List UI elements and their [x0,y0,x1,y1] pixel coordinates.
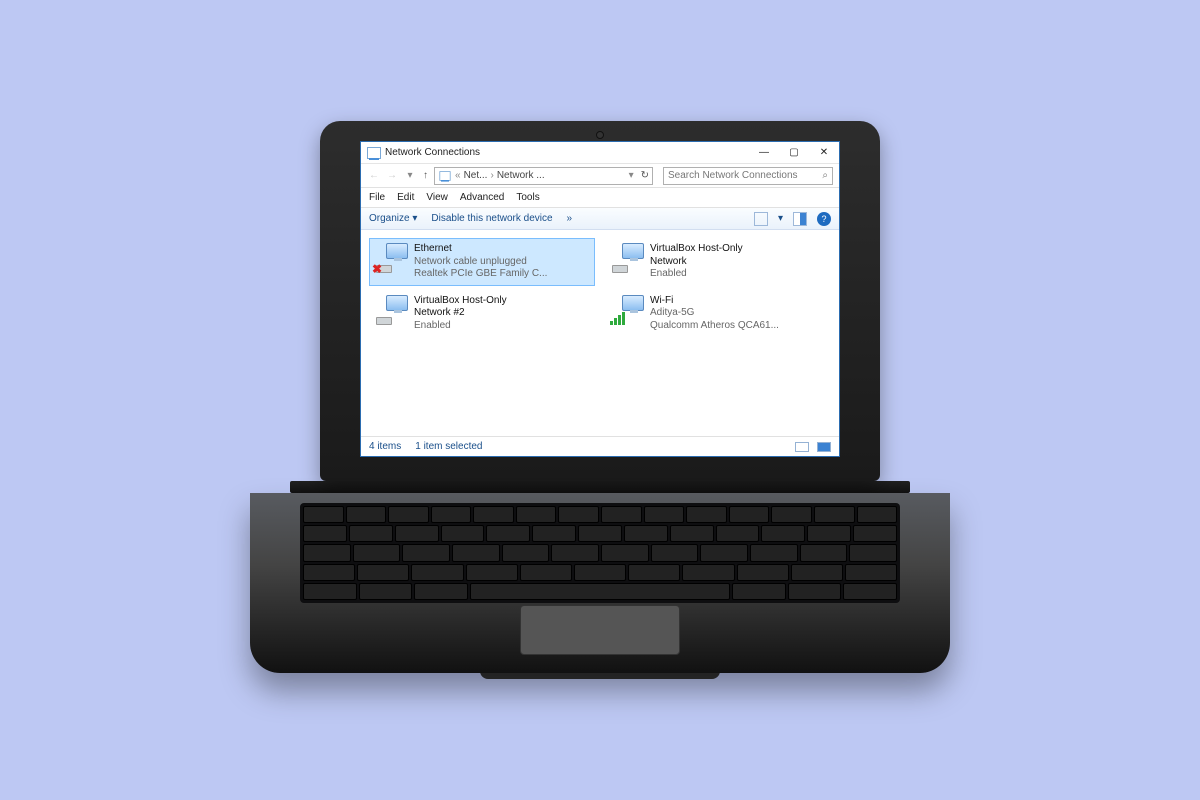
ethernet-icon: ✖ [374,243,408,273]
view-options-icon[interactable] [754,212,768,226]
search-placeholder: Search Network Connections [668,170,798,181]
organize-button[interactable]: Organize ▾ [369,213,417,224]
titlebar[interactable]: Network Connections — ▢ ✕ [361,142,839,164]
adapter-status: Network cable unplugged [414,256,547,269]
preview-pane-icon[interactable] [793,212,807,226]
adapter-device: Enabled [650,268,743,281]
address-bar[interactable]: « Net... › Network ... ▾ ↻ [434,167,653,185]
close-button[interactable]: ✕ [809,142,839,164]
menu-edit[interactable]: Edit [397,192,414,203]
refresh-button[interactable]: ↻ [641,170,649,181]
help-button[interactable]: ? [817,212,831,226]
adapter-virtualbox-2[interactable]: VirtualBox Host-Only Network #2 Enabled [369,290,595,338]
adapter-status: Network #2 [414,307,507,320]
menu-tools[interactable]: Tools [516,192,539,203]
disable-device-button[interactable]: Disable this network device [431,213,552,224]
window-controls: — ▢ ✕ [749,142,839,164]
menu-file[interactable]: File [369,192,385,203]
error-x-icon: ✖ [372,262,384,274]
item-count: 4 items [369,441,401,452]
breadcrumb-prefix: « [455,170,461,181]
keyboard [300,503,900,603]
up-button[interactable]: ↑ [423,170,428,181]
adapter-name: Wi-Fi [650,295,779,308]
details-view-icon[interactable] [795,442,809,452]
maximize-button[interactable]: ▢ [779,142,809,164]
adapter-virtualbox-1[interactable]: VirtualBox Host-Only Network Enabled [605,238,831,286]
adapter-device: Qualcomm Atheros QCA61... [650,320,779,333]
window-title: Network Connections [385,147,480,158]
laptop-body [250,493,950,673]
menu-view[interactable]: View [426,192,448,203]
adapter-ethernet[interactable]: ✖ Ethernet Network cable unplugged Realt… [369,238,595,286]
adapter-name: Ethernet [414,243,547,256]
titlebar-left: Network Connections [367,147,480,159]
adapter-list: ✖ Ethernet Network cable unplugged Realt… [361,230,839,436]
search-box[interactable]: Search Network Connections ⌕ [663,167,833,185]
adapter-status: Aditya-5G [650,307,779,320]
network-adapter-icon [374,295,408,325]
more-commands[interactable]: » [567,213,573,224]
minimize-button[interactable]: — [749,142,779,164]
wifi-adapter-icon [610,295,644,325]
adapter-name: VirtualBox Host-Only [650,243,743,256]
network-adapter-icon [610,243,644,273]
laptop-screen-bezel: Network Connections — ▢ ✕ ← → ▾ ↑ « Net.… [320,121,880,481]
adapter-device: Enabled [414,320,507,333]
menu-bar: File Edit View Advanced Tools [361,188,839,208]
adapter-name: VirtualBox Host-Only [414,295,507,308]
address-dropdown[interactable]: ▾ [629,170,634,181]
network-window-icon [367,147,381,159]
selection-count: 1 item selected [415,441,482,452]
view-dropdown[interactable]: ▾ [778,213,783,224]
laptop-mockup: Network Connections — ▢ ✕ ← → ▾ ↑ « Net.… [250,121,950,679]
back-button[interactable]: ← [367,170,381,181]
adapter-device: Realtek PCIe GBE Family C... [414,268,547,281]
search-icon[interactable]: ⌕ [822,170,828,181]
command-bar: Organize ▾ Disable this network device »… [361,208,839,230]
breadcrumb-1[interactable]: Net... [464,170,488,181]
adapter-wifi[interactable]: Wi-Fi Aditya-5G Qualcomm Atheros QCA61..… [605,290,831,338]
forward-button[interactable]: → [385,170,399,181]
history-dropdown[interactable]: ▾ [403,170,417,181]
status-bar: 4 items 1 item selected [361,436,839,456]
breadcrumb-2[interactable]: Network ... [497,170,545,181]
breadcrumb-sep: › [490,170,493,181]
touchpad [520,605,680,655]
address-icon [439,171,450,181]
window: Network Connections — ▢ ✕ ← → ▾ ↑ « Net.… [360,141,840,457]
large-icons-view-icon[interactable] [817,442,831,452]
wifi-signal-icon [610,312,625,325]
menu-advanced[interactable]: Advanced [460,192,504,203]
adapter-status: Network [650,256,743,269]
laptop-hinge [290,481,910,493]
nav-bar: ← → ▾ ↑ « Net... › Network ... ▾ ↻ Searc… [361,164,839,188]
